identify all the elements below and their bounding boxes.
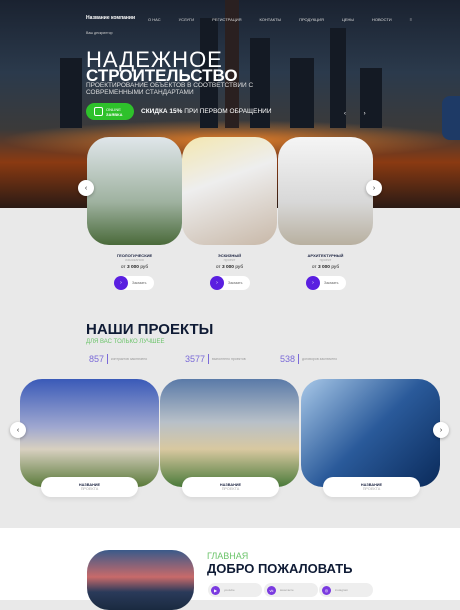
arrow-icon: › [210, 276, 224, 290]
nav-news[interactable]: НОВОСТИ [372, 17, 392, 22]
project-label: НАЗВАНИЕ ПРОЕКТА [323, 477, 420, 497]
arrow-icon: › [114, 276, 128, 290]
vk-icon: vk [267, 585, 276, 595]
nav-products[interactable]: ПРОДУКЦИЯ [299, 17, 324, 22]
service-image-architecture [278, 137, 373, 245]
projects-next-button[interactable]: › [433, 422, 449, 438]
discount-rest: ПРИ ПЕРВОМ ОБРАЩЕНИИ [184, 108, 272, 115]
stat-projects: 3577 выполнено проектов [185, 354, 246, 364]
welcome-kicker: ГЛАВНАЯ [207, 551, 249, 561]
project-image-1[interactable] [20, 379, 159, 487]
online-request-button[interactable]: ONLINE ЗАЯВКА [86, 103, 134, 120]
service-image-geology [87, 137, 182, 245]
main-nav: О НАС УСЛУГИ РЕГИСТРАЦИЯ КОНТАКТЫ ПРОДУК… [148, 17, 412, 22]
service-price: от 3 000 руб [311, 265, 340, 270]
nav-prices[interactable]: ЦЕНЫ [342, 17, 354, 22]
service-price: от 3 000 руб [120, 265, 149, 270]
hero-slider-arrows[interactable]: ‹ › [344, 111, 374, 117]
service-title-geology: ГЕОЛОГИЧЕСКИЕ изыскания [116, 253, 153, 262]
instagram-icon: ◎ [322, 585, 331, 595]
service-image-sketch [182, 137, 277, 245]
nav-contacts[interactable]: КОНТАКТЫ [259, 17, 281, 22]
projects-prev-button[interactable]: ‹ [10, 422, 26, 438]
project-image-3[interactable] [301, 379, 440, 487]
cta-line2: ЗАЯВКА [106, 111, 123, 117]
order-button[interactable]: › Заказать [114, 276, 154, 290]
projects-subtitle: ДЛЯ ВАС ТОЛЬКО ЛУЧШЕЕ [86, 339, 165, 345]
order-button[interactable]: › Заказать [306, 276, 346, 290]
arrow-icon: › [306, 276, 320, 290]
discount-text: СКИДКА 15% ПРИ ПЕРВОМ ОБРАЩЕНИИ [141, 108, 272, 115]
project-label: НАЗВАНИЕ ПРОЕКТА [41, 477, 138, 497]
service-price: от 3 000 руб [215, 265, 244, 270]
order-button[interactable]: › Заказать [210, 276, 250, 290]
service-title-architecture: АРХИТЕКТУРНЫЙ проект [307, 253, 344, 262]
stat-agreements: 538 договоров заключено [280, 354, 338, 364]
side-widget[interactable] [442, 96, 460, 140]
service-title-sketch: ЭСКИЗНЫЙ проект [217, 253, 242, 262]
edit-icon [94, 107, 103, 116]
discount-bold: СКИДКА 15% [141, 108, 183, 115]
nav-services[interactable]: УСЛУГИ [179, 17, 195, 22]
youtube-icon: ▶ [211, 585, 220, 595]
stat-contracts: 857 контрактов заключено [89, 354, 148, 364]
menu-icon[interactable]: ≡ [410, 17, 412, 22]
hero-subtitle: ПРОЕКТИРОВАНИЕ ОБЪЕКТОВ В СООТВЕТСТВИИ С… [86, 82, 254, 96]
social-instagram[interactable]: ◎ instagram [319, 583, 373, 597]
company-name: Название компании [86, 15, 136, 21]
services-prev-button[interactable]: ‹ [78, 180, 94, 196]
company-descriptor: Ваш дескриптор [86, 31, 113, 35]
projects-title: НАШИ ПРОЕКТЫ [86, 321, 214, 338]
welcome-image [87, 550, 194, 610]
services-next-button[interactable]: › [366, 180, 382, 196]
nav-registration[interactable]: РЕГИСТРАЦИЯ [212, 17, 241, 22]
social-youtube[interactable]: ▶ youtube [208, 583, 262, 597]
nav-about[interactable]: О НАС [148, 17, 161, 22]
project-image-2[interactable] [160, 379, 299, 487]
social-vk[interactable]: vk вконтакте [264, 583, 318, 597]
company-logo[interactable]: Название компании Ваш дескриптор [86, 15, 135, 39]
project-label: НАЗВАНИЕ ПРОЕКТА [182, 477, 279, 497]
welcome-title: ДОБРО ПОЖАЛОВАТЬ [207, 561, 353, 576]
